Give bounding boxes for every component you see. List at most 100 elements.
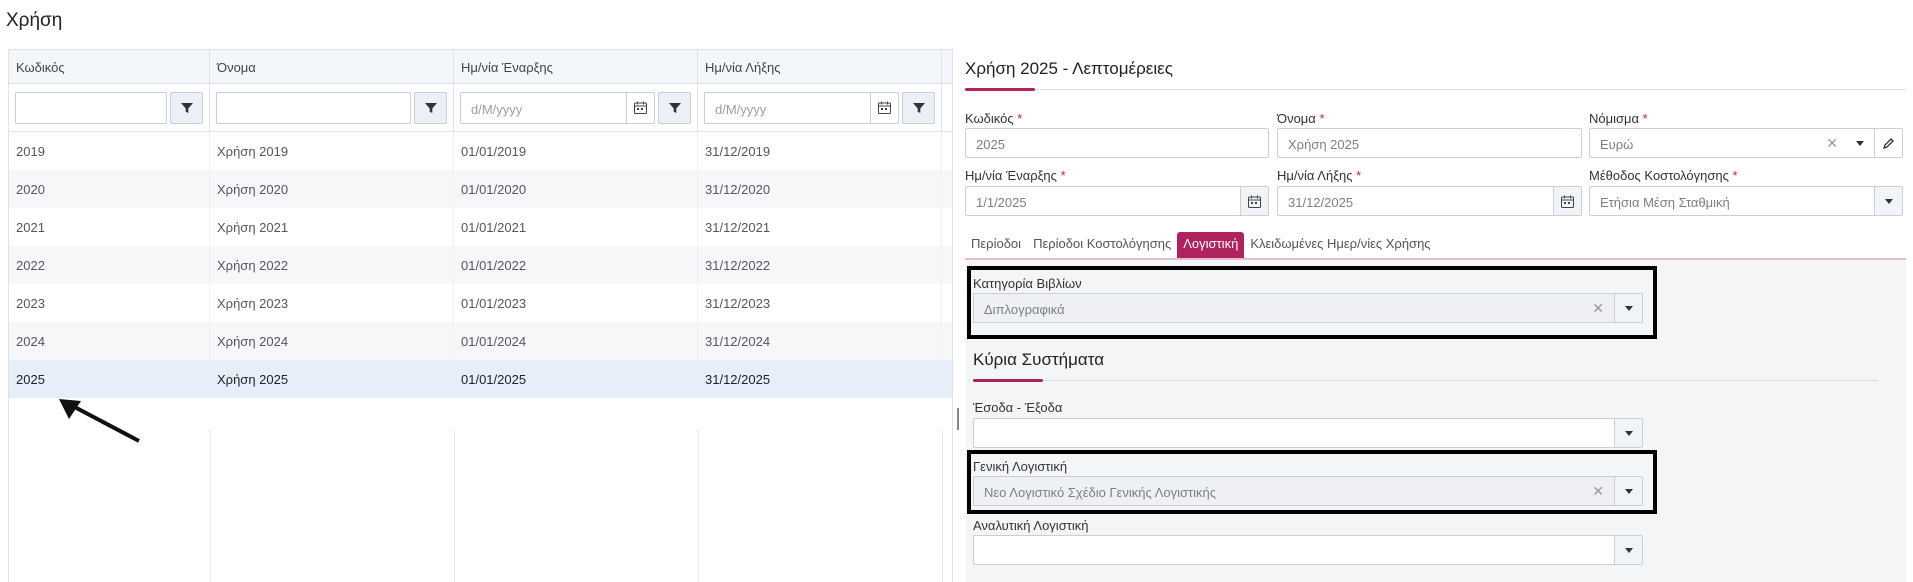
currency-select[interactable]: Ευρώ ✕	[1589, 128, 1903, 158]
calendar-icon[interactable]	[870, 92, 898, 123]
cell-start-date: 01/01/2019	[454, 132, 698, 170]
end-date-label-text: Ημ/νία Λήξης	[1277, 168, 1353, 183]
table-row[interactable]: 2022 Χρήση 2022 01/01/2022 31/12/2022	[9, 246, 952, 284]
required-mark: *	[1060, 168, 1066, 183]
pencil-icon[interactable]	[1874, 129, 1902, 157]
cell-code: 2019	[9, 132, 210, 170]
chevron-down-icon[interactable]	[1874, 187, 1902, 215]
analytic-accounting-label: Αναλυτική Λογιστική	[973, 518, 1089, 533]
highlight-box	[967, 450, 1657, 514]
costing-method-label-text: Μέθοδος Κοστολόγησης	[1589, 168, 1729, 183]
currency-label: Νόμισμα *	[1589, 111, 1648, 126]
main-systems-title: Κύρια Συστήματα	[973, 350, 1105, 369]
tab-locked-dates[interactable]: Κλειδωμένες Ημερ/νίες Χρήσης	[1244, 232, 1436, 258]
filter-icon[interactable]	[658, 91, 691, 124]
splitter-handle[interactable]	[957, 408, 959, 430]
required-mark: *	[1017, 111, 1023, 126]
start-date-label-text: Ημ/νία Έναρξης	[965, 168, 1057, 183]
chevron-down-icon[interactable]	[1846, 129, 1874, 157]
cell-end-date: 31/12/2023	[698, 284, 942, 322]
table-row[interactable]: 2020 Χρήση 2020 01/01/2020 31/12/2020	[9, 170, 952, 208]
costing-method-select[interactable]: Ετήσια Μέση Σταθμική	[1589, 186, 1903, 216]
required-mark: *	[1732, 168, 1738, 183]
cell-code: 2020	[9, 170, 210, 208]
cell-code: 2024	[9, 322, 210, 360]
analytic-accounting-select[interactable]	[973, 535, 1643, 565]
table-row[interactable]: 2023 Χρήση 2023 01/01/2023 31/12/2023	[9, 284, 952, 322]
column-divider	[210, 430, 211, 582]
cell-end-date: 31/12/2019	[698, 132, 942, 170]
section-divider	[973, 380, 1878, 381]
table-row[interactable]: 2024 Χρήση 2024 01/01/2024 31/12/2024	[9, 322, 952, 360]
column-divider	[454, 430, 455, 582]
cell-start-date: 01/01/2021	[454, 208, 698, 246]
table-row[interactable]: 2021 Χρήση 2021 01/01/2021 31/12/2021	[9, 208, 952, 246]
required-mark: *	[1356, 168, 1362, 183]
required-mark: *	[1642, 111, 1648, 126]
cell-code: 2022	[9, 246, 210, 284]
cell-name: Χρήση 2019	[210, 132, 454, 170]
currency-label-text: Νόμισμα	[1589, 111, 1640, 126]
income-expense-select[interactable]	[973, 418, 1643, 448]
highlight-box	[967, 266, 1657, 339]
calendar-icon[interactable]	[1553, 187, 1581, 215]
column-header-code[interactable]: Κωδικός	[9, 50, 210, 83]
end-date-filter-input[interactable]: d/M/yyyy	[704, 91, 899, 124]
end-date-field[interactable]: 31/12/2025	[1277, 186, 1582, 216]
cell-end-date: 31/12/2024	[698, 322, 942, 360]
start-date-filter-input[interactable]: d/M/yyyy	[460, 91, 655, 124]
start-date-field[interactable]: 1/1/2025	[965, 186, 1269, 216]
close-icon[interactable]: ✕	[1826, 135, 1838, 152]
filter-icon[interactable]	[902, 91, 935, 124]
code-label: Κωδικός *	[965, 111, 1022, 126]
code-field[interactable]: 2025	[965, 128, 1269, 158]
cell-start-date: 01/01/2024	[454, 322, 698, 360]
code-value: 2025	[976, 137, 1005, 152]
page-title: Χρήση	[6, 10, 63, 31]
chevron-down-icon[interactable]	[1614, 419, 1642, 447]
grid-filter-row: d/M/yyyy d/M/yyyy	[9, 84, 952, 132]
name-label-text: Όνομα	[1277, 111, 1316, 126]
tab-accounting[interactable]: Λογιστική	[1177, 232, 1245, 258]
cell-end-date: 31/12/2020	[698, 170, 942, 208]
filter-icon[interactable]	[414, 91, 447, 124]
cell-end-date: 31/12/2021	[698, 208, 942, 246]
name-value: Χρήση 2025	[1288, 137, 1360, 152]
end-date-label: Ημ/νία Λήξης *	[1277, 168, 1361, 183]
chevron-down-icon[interactable]	[1614, 536, 1642, 564]
cell-name: Χρήση 2020	[210, 170, 454, 208]
tab-costing-periods[interactable]: Περίοδοι Κοστολόγησης	[1027, 232, 1177, 258]
detail-tabs: Περίοδοι Περίοδοι Κοστολόγησης Λογιστική…	[965, 232, 1437, 258]
name-field[interactable]: Χρήση 2025	[1277, 128, 1582, 158]
column-divider	[698, 430, 699, 582]
cell-name: Χρήση 2022	[210, 246, 454, 284]
detail-title: Χρήση 2025 - Λεπτομέρειες	[965, 59, 1173, 78]
arrow-annotation-icon	[59, 399, 140, 443]
column-header-name[interactable]: Όνομα	[210, 50, 454, 83]
column-header-start-date[interactable]: Ημ/νία Έναρξης	[454, 50, 698, 83]
code-filter-input[interactable]	[15, 91, 167, 124]
title-accent-bar	[965, 88, 1035, 91]
cell-code: 2021	[9, 208, 210, 246]
column-header-end-date[interactable]: Ημ/νία Λήξης	[698, 50, 942, 83]
start-date-placeholder: d/M/yyyy	[471, 101, 523, 117]
name-filter-input[interactable]	[216, 91, 411, 124]
table-row[interactable]: 2019 Χρήση 2019 01/01/2019 31/12/2019	[9, 132, 952, 170]
income-expense-label: Έσοδα - Έξοδα	[973, 400, 1063, 415]
tab-periods[interactable]: Περίοδοι	[965, 232, 1027, 258]
cell-start-date: 01/01/2025	[454, 360, 698, 398]
years-grid: Κωδικός Όνομα Ημ/νία Έναρξης Ημ/νία Λήξη…	[8, 49, 953, 582]
name-label: Όνομα *	[1277, 111, 1325, 126]
code-label-text: Κωδικός	[965, 111, 1014, 126]
calendar-icon[interactable]	[626, 92, 654, 123]
end-date-value: 31/12/2025	[1288, 195, 1354, 210]
cell-code: 2023	[9, 284, 210, 322]
table-row-selected[interactable]: 2025 Χρήση 2025 01/01/2025 31/12/2025	[9, 360, 952, 398]
costing-method-label: Μέθοδος Κοστολόγησης *	[1589, 168, 1738, 183]
filter-icon[interactable]	[170, 91, 203, 124]
cell-name: Χρήση 2024	[210, 322, 454, 360]
cell-end-date: 31/12/2025	[698, 360, 942, 398]
calendar-icon[interactable]	[1240, 187, 1268, 215]
cell-end-date: 31/12/2022	[698, 246, 942, 284]
start-date-value: 1/1/2025	[976, 195, 1027, 210]
